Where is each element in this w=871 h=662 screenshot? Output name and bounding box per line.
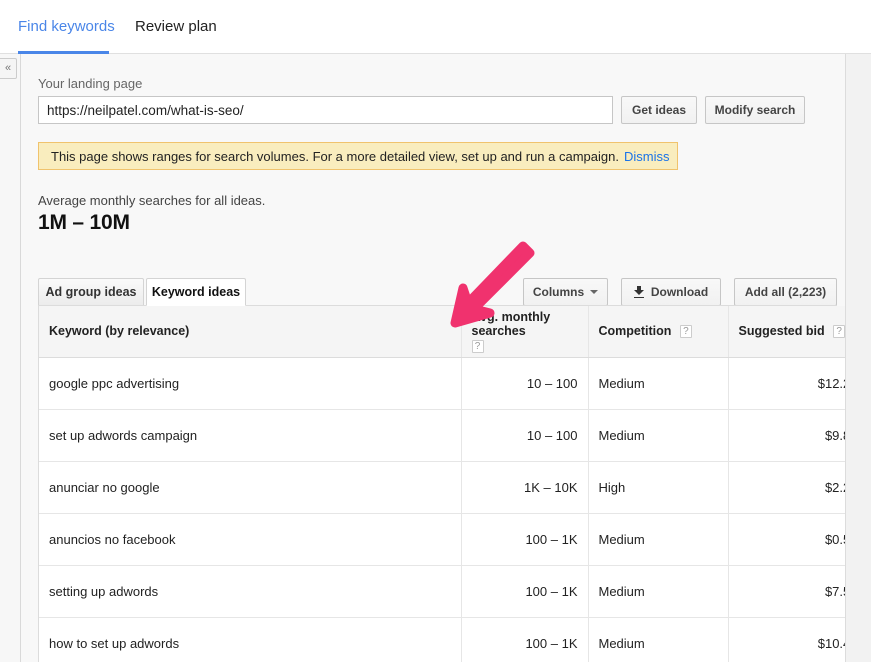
column-header-keyword-label: Keyword (by relevance): [49, 324, 189, 338]
landing-page-label: Your landing page: [38, 76, 142, 91]
columns-label: Columns: [533, 285, 584, 299]
cell-keyword: anunciar no google: [39, 461, 461, 513]
cell-keyword: setting up adwords: [39, 565, 461, 617]
cell-competition: Medium: [588, 513, 728, 565]
column-header-suggested-bid-label: Suggested bid: [739, 324, 825, 338]
top-tab-bar: Find keywords Review plan: [0, 0, 871, 54]
get-ideas-button[interactable]: Get ideas: [621, 96, 697, 124]
column-header-competition[interactable]: Competition ?: [588, 306, 728, 357]
cell-avg: 10 – 100: [461, 357, 588, 409]
tab-find-keywords-label: Find keywords: [18, 18, 115, 35]
cell-bid: $12.25: [728, 357, 845, 409]
column-header-avg-monthly-searches[interactable]: Avg. monthly searches ?: [461, 306, 588, 357]
table-header-row: Keyword (by relevance) Avg. monthly sear…: [39, 306, 845, 357]
cell-bid: $10.48: [728, 617, 845, 662]
cell-keyword: set up adwords campaign: [39, 409, 461, 461]
cell-competition: Medium: [588, 565, 728, 617]
cell-competition: High: [588, 461, 728, 513]
table-row[interactable]: anuncios no facebook100 – 1KMedium$0.55»: [39, 513, 845, 565]
tab-ad-group-ideas-label: Ad group ideas: [46, 285, 137, 299]
download-icon: [634, 286, 644, 298]
cell-keyword: anuncios no facebook: [39, 513, 461, 565]
add-all-button[interactable]: Add all (2,223): [734, 278, 837, 306]
table-row[interactable]: google ppc advertising10 – 100Medium$12.…: [39, 357, 845, 409]
modify-search-button[interactable]: Modify search: [705, 96, 805, 124]
keyword-ideas-table: Keyword (by relevance) Avg. monthly sear…: [39, 306, 845, 662]
notice-text: This page shows ranges for search volume…: [51, 149, 619, 164]
column-header-avg-monthly-searches-label: Avg. monthly searches: [472, 310, 578, 338]
help-icon-competition[interactable]: ?: [680, 325, 692, 338]
cell-keyword: how to set up adwords: [39, 617, 461, 662]
cell-avg: 1K – 10K: [461, 461, 588, 513]
download-label: Download: [651, 285, 708, 299]
table-row[interactable]: set up adwords campaign10 – 100Medium$9.…: [39, 409, 845, 461]
tab-find-keywords[interactable]: Find keywords: [18, 0, 109, 54]
average-searches-label: Average monthly searches for all ideas.: [38, 193, 265, 208]
table-row[interactable]: anunciar no google1K – 10KHigh$2.20»: [39, 461, 845, 513]
cell-bid: $2.20: [728, 461, 845, 513]
cell-avg: 100 – 1K: [461, 513, 588, 565]
help-icon-suggested-bid[interactable]: ?: [833, 325, 845, 338]
cell-avg: 100 – 1K: [461, 617, 588, 662]
landing-page-input[interactable]: [38, 96, 613, 124]
tab-ad-group-ideas[interactable]: Ad group ideas: [38, 278, 144, 306]
column-header-suggested-bid[interactable]: Suggested bid ?: [728, 306, 845, 357]
cell-bid: $7.59: [728, 565, 845, 617]
keyword-ideas-table-wrap: Keyword (by relevance) Avg. monthly sear…: [38, 305, 837, 662]
average-searches-value: 1M – 10M: [38, 211, 130, 235]
tab-keyword-ideas-label: Keyword ideas: [152, 285, 240, 299]
tab-keyword-ideas[interactable]: Keyword ideas: [146, 278, 246, 306]
table-body: google ppc advertising10 – 100Medium$12.…: [39, 357, 845, 662]
cell-keyword: google ppc advertising: [39, 357, 461, 409]
search-volume-notice: This page shows ranges for search volume…: [38, 142, 678, 170]
cell-avg: 10 – 100: [461, 409, 588, 461]
help-icon-avg-monthly-searches[interactable]: ?: [472, 340, 484, 353]
main-content: Your landing page Get ideas Modify searc…: [21, 54, 845, 662]
chevron-down-icon: [590, 290, 598, 294]
tab-review-plan[interactable]: Review plan: [135, 0, 217, 54]
download-button[interactable]: Download: [621, 278, 721, 306]
chevron-double-left-icon[interactable]: «: [0, 58, 17, 79]
cell-bid: $9.83: [728, 409, 845, 461]
table-header: Keyword (by relevance) Avg. monthly sear…: [39, 306, 845, 357]
tab-review-plan-label: Review plan: [135, 18, 217, 35]
cell-bid: $0.55: [728, 513, 845, 565]
left-rail: «: [0, 54, 21, 662]
column-header-competition-label: Competition: [599, 324, 672, 338]
dismiss-notice-link[interactable]: Dismiss: [624, 149, 670, 164]
modify-search-label: Modify search: [715, 103, 796, 117]
cell-competition: Medium: [588, 409, 728, 461]
cell-competition: Medium: [588, 357, 728, 409]
cell-avg: 100 – 1K: [461, 565, 588, 617]
get-ideas-label: Get ideas: [632, 103, 686, 117]
table-row[interactable]: setting up adwords100 – 1KMedium$7.59»: [39, 565, 845, 617]
column-header-keyword[interactable]: Keyword (by relevance): [39, 306, 461, 357]
table-row[interactable]: how to set up adwords100 – 1KMedium$10.4…: [39, 617, 845, 662]
right-gutter: [845, 54, 871, 662]
cell-competition: Medium: [588, 617, 728, 662]
add-all-label: Add all (2,223): [745, 285, 826, 299]
columns-button[interactable]: Columns: [523, 278, 608, 306]
